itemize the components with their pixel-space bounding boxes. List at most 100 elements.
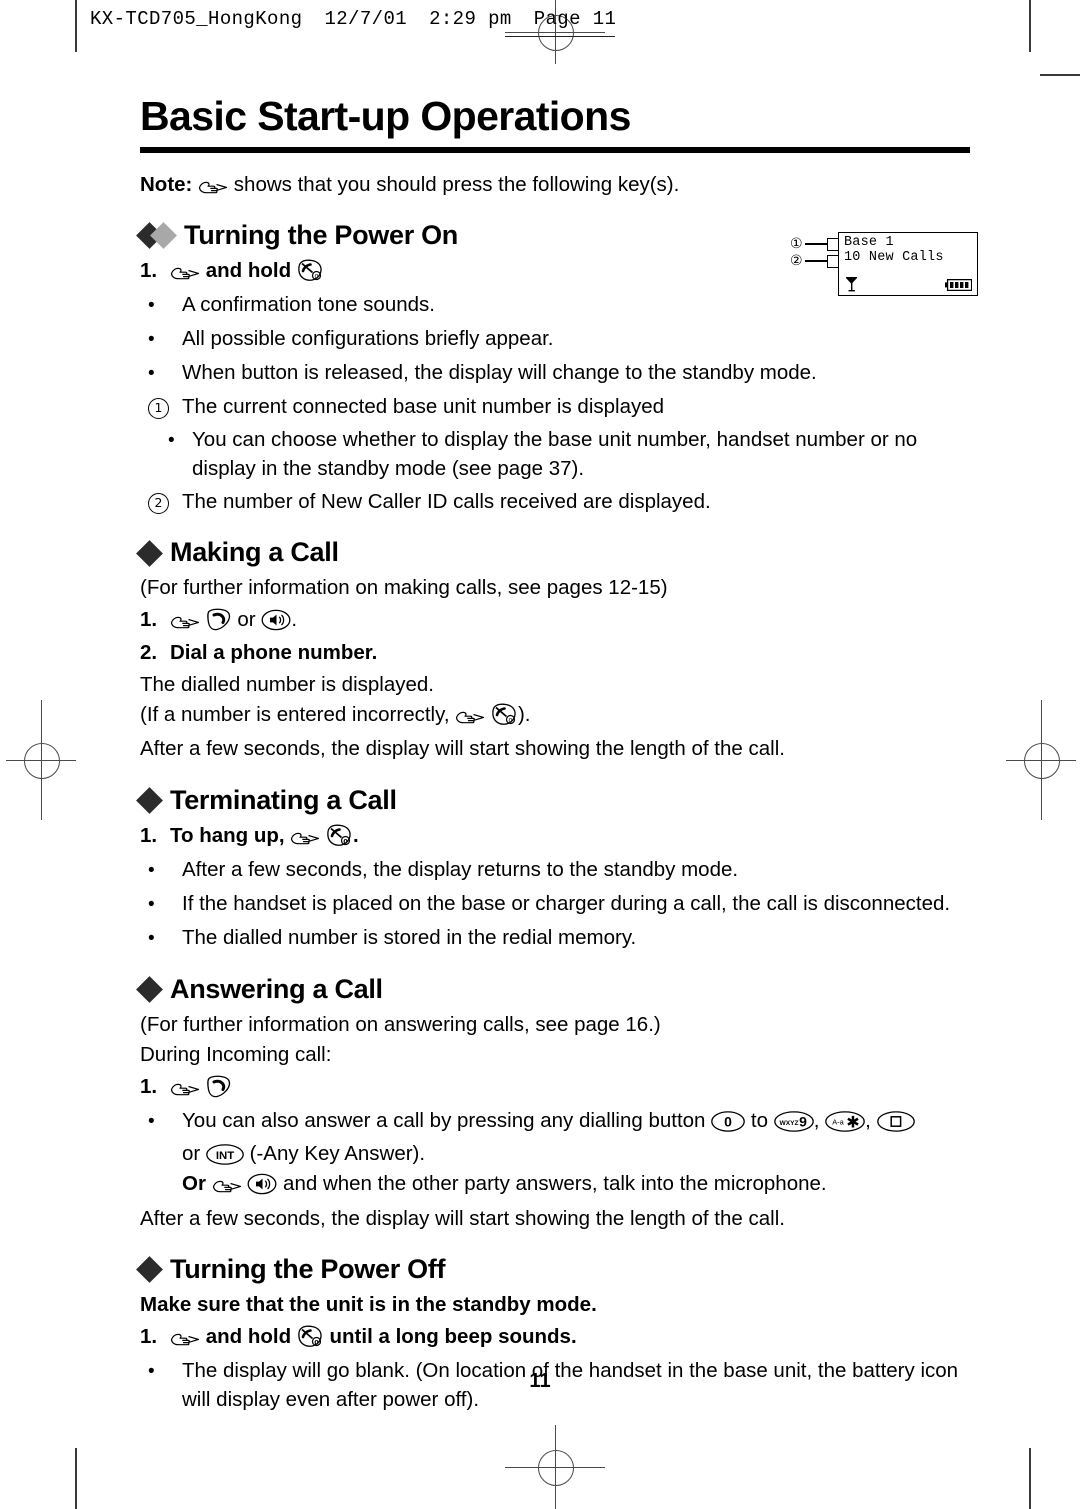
slug-time: 2:29 pm	[429, 8, 512, 30]
section-heading-answering-a-call: Answering a Call	[136, 974, 970, 1005]
section-heading-terminating-a-call: Terminating a Call	[136, 784, 970, 816]
svg-text:0: 0	[343, 838, 348, 846]
slug-date: 12/7/01	[324, 8, 408, 30]
key-0-icon: 0	[711, 1111, 746, 1132]
bullet-item: If the handset is placed on the base or …	[140, 889, 970, 919]
or-speakerphone-line: Or and when the other party answers, tal…	[182, 1170, 970, 1198]
svg-text:WXYZ: WXYZ	[779, 1120, 798, 1127]
registration-mark-left	[6, 700, 76, 820]
incorrect-number-close: ).	[517, 703, 531, 727]
circled-number-2: 2	[148, 493, 169, 515]
bullet-text: The dialled number is stored in the redi…	[182, 926, 637, 950]
bullet-item: You can choose whether to display the ba…	[140, 425, 970, 483]
section-title-terminating-a-call: Terminating a Call	[170, 784, 397, 815]
or-label: Or	[182, 1172, 206, 1196]
standby-mode-note: Make sure that the unit is in the standb…	[140, 1292, 597, 1316]
answering-a-call-intro: (For further information on answering ca…	[140, 1012, 661, 1036]
svg-text:INT: INT	[216, 1150, 234, 1162]
pointing-hand-icon	[455, 709, 485, 726]
bullet-marker	[140, 1106, 182, 1136]
note-label: Note:	[140, 173, 193, 197]
step-end-punct: .	[291, 608, 298, 632]
bullet-marker	[140, 290, 182, 320]
step-number: 2.	[140, 641, 158, 665]
section-title-answering-a-call: Answering a Call	[170, 974, 383, 1005]
or-text: and when the other party answers, talk i…	[283, 1172, 827, 1196]
bullet-marker	[140, 889, 182, 919]
svg-text:9: 9	[799, 1114, 807, 1130]
title-rule	[140, 147, 970, 154]
bullet-item: After a few seconds, the display returns…	[140, 855, 970, 885]
key-9-wxyz-icon: WXYZ 9	[773, 1111, 814, 1132]
svg-text:✱: ✱	[846, 1112, 859, 1131]
bullet-marker-circle-1: 1	[140, 392, 182, 421]
incorrect-number-text: (If a number is entered incorrectly, 0 )…	[140, 701, 970, 729]
step-power-on-1: 1. and hold 0	[140, 256, 970, 286]
making-a-call-closing: After a few seconds, the display will st…	[140, 737, 785, 761]
trim-mark-top-left	[75, 0, 77, 52]
power-off-step-pre: and hold	[205, 1324, 292, 1348]
step-power-off-1: 1. and hold 0 until a long beep sounds.	[140, 1322, 970, 1352]
svg-text:0: 0	[314, 273, 318, 281]
any-key-comma-2: ,	[865, 1109, 871, 1132]
section-title-power-off: Turning the Power Off	[170, 1253, 446, 1284]
any-key-to-label: to	[750, 1109, 768, 1132]
incorrect-number-open: (If a number is entered incorrectly,	[140, 703, 450, 727]
dialled-number-displayed-text: The dialled number is displayed.	[140, 672, 434, 696]
trim-mark-top-right	[1029, 0, 1031, 52]
diamond-pair-icon	[136, 222, 177, 249]
diamond-icon	[136, 539, 163, 567]
bullet-item: 2 The number of New Caller ID calls recei…	[140, 487, 970, 516]
print-header-slug: KX-TCD705_HongKong 12/7/01 2:29 pm Page 11	[90, 8, 616, 30]
bullet-item: A confirmation tone sounds.	[140, 290, 970, 320]
pointing-hand-icon	[198, 179, 228, 196]
talk-key-icon	[206, 608, 232, 631]
svg-text:A-a: A-a	[832, 1118, 844, 1127]
bullet-item: The dialled number is stored in the redi…	[140, 923, 970, 953]
bullet-item: When button is released, the display wil…	[140, 358, 970, 388]
section-heading-power-on: Turning the Power On	[136, 219, 970, 251]
pointing-hand-icon	[170, 265, 200, 282]
step-making-a-call-1: 1. or .	[140, 605, 970, 635]
pointing-hand-icon	[170, 614, 200, 631]
svg-text:0: 0	[314, 1338, 319, 1346]
bullet-item: 1 The current connected base unit number …	[140, 392, 970, 421]
section-heading-making-a-call: Making a Call	[136, 537, 970, 568]
any-key-answer-line: or INT (-Any Key Answer).	[182, 1140, 970, 1168]
section-title-making-a-call: Making a Call	[170, 537, 339, 568]
diamond-icon	[136, 976, 163, 1004]
step-text: and hold	[205, 259, 292, 283]
bullet-text: All possible configurations briefly appe…	[182, 327, 554, 351]
bullet-item: All possible configurations briefly appe…	[140, 324, 970, 354]
power-off-key-icon: 0	[491, 703, 518, 726]
section-title-power-on: Turning the Power On	[184, 219, 458, 250]
making-a-call-intro: (For further information on making calls…	[140, 576, 668, 600]
step-number: 1.	[140, 1324, 158, 1348]
bullet-marker	[168, 425, 192, 483]
hang-up-label: To hang up,	[170, 824, 285, 848]
svg-text:0: 0	[724, 1113, 732, 1129]
note-text: shows that you should press the followin…	[233, 173, 680, 197]
note-line: Note: shows that you should press the fo…	[140, 171, 970, 199]
any-key-answer-text: (-Any Key Answer).	[249, 1141, 426, 1165]
page-title: Basic Start-up Operations	[140, 93, 631, 139]
speakerphone-key-icon	[247, 1173, 277, 1195]
step-text: Dial a phone number.	[170, 641, 378, 665]
step-number: 1.	[140, 259, 158, 283]
bullet-text: When button is released, the display wil…	[182, 361, 817, 385]
bullet-marker	[140, 923, 182, 953]
slug-underline	[505, 36, 615, 38]
trim-mark-bottom-right	[1029, 1448, 1031, 1509]
pointing-hand-icon	[170, 1331, 200, 1348]
bullet-text: You can choose whether to display the ba…	[192, 428, 918, 481]
step-number: 1.	[140, 1075, 158, 1099]
bullet-item-any-key: You can also answer a call by pressing a…	[140, 1106, 970, 1136]
int-key-icon: INT	[206, 1144, 244, 1165]
registration-mark-right	[1006, 700, 1076, 820]
bullet-marker	[140, 855, 182, 885]
talk-key-icon	[206, 1075, 232, 1098]
step-terminating-1: 1. To hang up, 0 .	[140, 821, 970, 851]
slug-filename: KX-TCD705_HongKong	[90, 8, 303, 30]
power-off-key-icon: 0	[297, 1325, 324, 1348]
step-number: 1.	[140, 824, 158, 848]
